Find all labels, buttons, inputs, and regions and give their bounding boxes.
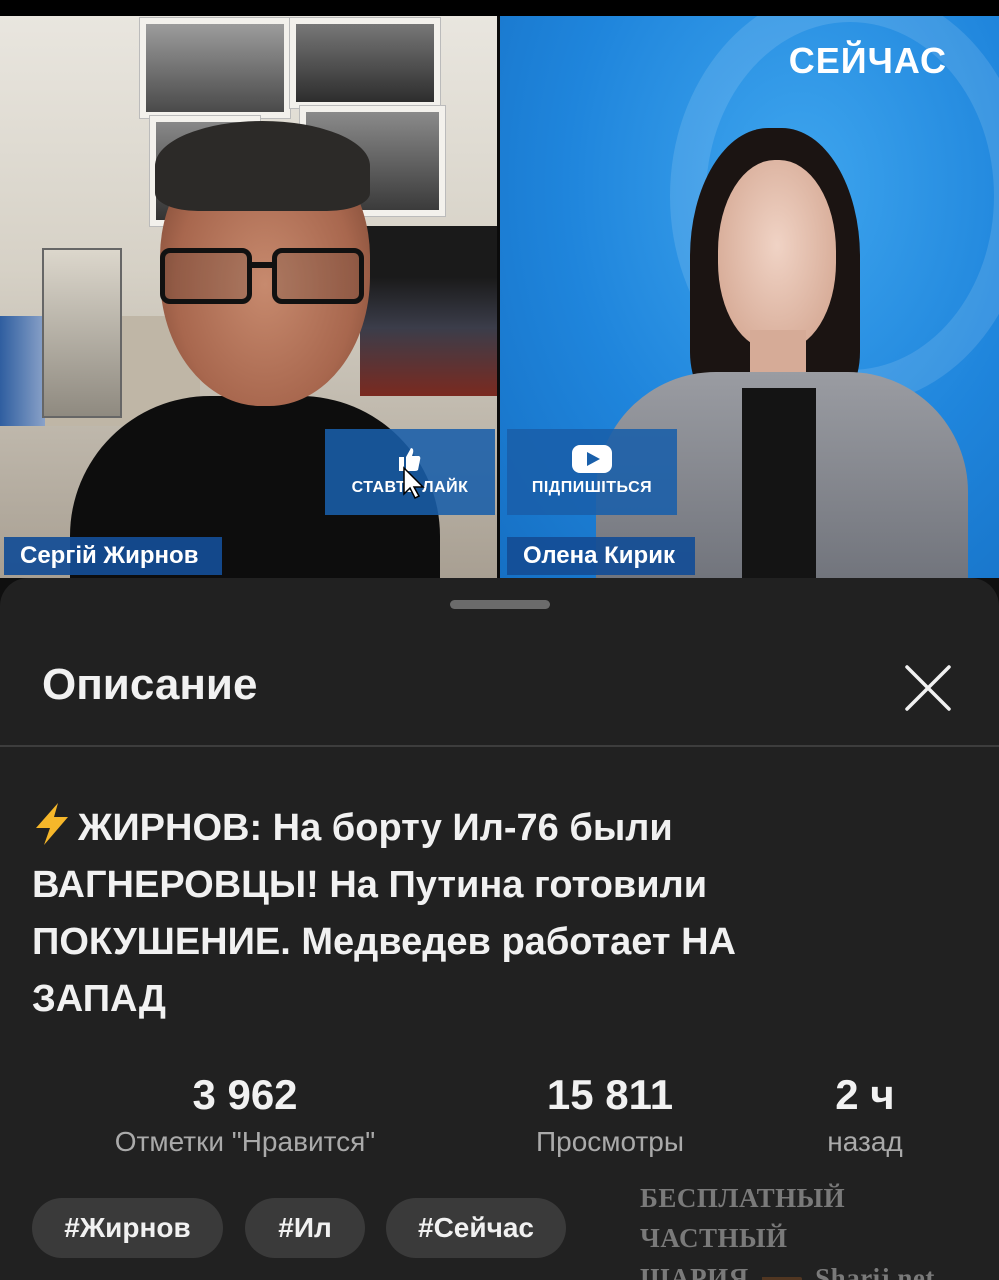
book: [42, 248, 122, 418]
hashtag-chip[interactable]: #Ил: [245, 1198, 365, 1258]
likes-stat: 3 962 Отметки "Нравится": [60, 1068, 430, 1162]
subscribe-cta-label: ПІДПИШІТЬСЯ: [531, 479, 653, 496]
host-nameplate: Олена Кирик: [507, 537, 695, 575]
pointing-hand-icon: [761, 1276, 802, 1280]
likes-count: 3 962: [192, 1071, 298, 1118]
subscribe-cta-overlay: ПІДПИШІТЬСЯ: [507, 429, 677, 515]
book: [0, 316, 45, 426]
status-bar-strip: [0, 0, 999, 16]
video-title-text: ЖИРНОВ: На борту Ил-76 были ВАГНЕРОВЦЫ! …: [32, 807, 736, 1020]
views-label: Просмотры: [536, 1126, 684, 1157]
host-top: [742, 388, 816, 578]
panel-title: Описание: [42, 660, 258, 709]
hashtag-chip[interactable]: #Жирнов: [32, 1198, 223, 1258]
site-watermark: БЕСПЛАТНЫЙ ЧАСТНЫЙ ШАРИЯ Sharij.net: [640, 1178, 980, 1280]
host-face: [718, 160, 836, 350]
glasses: [160, 248, 365, 310]
watermark-left: ШАРИЯ: [640, 1263, 749, 1280]
hashtag-chip[interactable]: #Сейчас: [386, 1198, 566, 1258]
upload-age-value: 2 ч: [835, 1071, 895, 1118]
video-title: ЖИРНОВ: На борту Ил-76 были ВАГНЕРОВЦЫ! …: [32, 800, 832, 1028]
guest-hair: [155, 121, 370, 211]
book: [360, 226, 497, 396]
wall-photo: [290, 18, 440, 108]
guest-nameplate: Сергій Жирнов: [4, 537, 222, 575]
header-divider: [0, 745, 999, 747]
youtube-play-icon: [572, 445, 612, 473]
watermark-line1: БЕСПЛАТНЫЙ ЧАСТНЫЙ: [640, 1183, 846, 1253]
watermark-line2: ШАРИЯ Sharij.net: [640, 1258, 980, 1280]
upload-age-label: назад: [827, 1126, 903, 1157]
description-panel: Описание ЖИРНОВ: На борту Ил-76 были ВАГ…: [0, 578, 999, 1280]
channel-logo: СЕЙЧАС: [788, 40, 947, 81]
video-player[interactable]: СЕЙЧАС СТАВТЕ ЛАЙК ПІДПИШІТЬСЯ Сергій Жи…: [0, 0, 999, 578]
likes-label: Отметки "Нравится": [114, 1126, 376, 1157]
lightning-icon: [36, 803, 68, 845]
mouse-cursor-icon: [403, 466, 425, 500]
upload-age-stat: 2 ч назад: [780, 1068, 950, 1162]
close-icon: [905, 665, 951, 711]
watermark-right: Sharij.net: [815, 1263, 935, 1280]
wall-photo: [140, 18, 290, 118]
views-count: 15 811: [546, 1071, 674, 1118]
views-stat: 15 811 Просмотры: [470, 1068, 750, 1162]
close-button[interactable]: [898, 658, 958, 718]
drag-handle[interactable]: [450, 600, 550, 609]
